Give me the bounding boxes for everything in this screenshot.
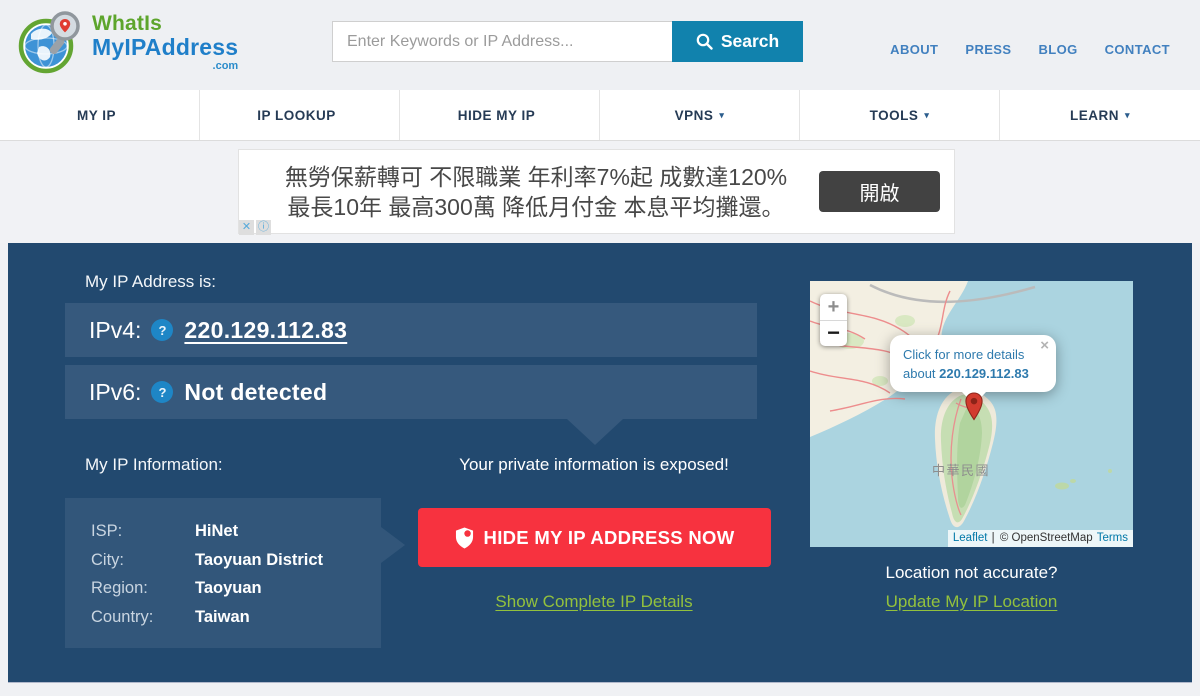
- logo-globe-icon: [18, 11, 80, 74]
- map-zoom-in-button[interactable]: +: [820, 294, 847, 320]
- map-attribution: Leaflet | © OpenStreetMap Terms: [947, 530, 1133, 547]
- ad-info-icon[interactable]: ⓘ: [256, 220, 271, 235]
- chevron-down-icon: ▾: [719, 110, 725, 120]
- search-input[interactable]: [332, 21, 672, 62]
- ad-close-icon[interactable]: ✕: [239, 220, 254, 235]
- logo-text-line2: MyIPAddress: [92, 33, 239, 60]
- logo-text-line1: WhatIs: [92, 11, 163, 35]
- search-icon: [696, 33, 713, 50]
- search-button-label: Search: [720, 31, 780, 51]
- ip-panel: My IP Address is: IPv4: ? 220.129.112.83…: [8, 243, 1192, 682]
- ip-info-box: ISP: HiNet City: Taoyuan District Region…: [65, 498, 405, 648]
- ad-banner[interactable]: 無勞保薪轉可 不限職業 年利率7%起 成數達120% 最長10年 最高300萬 …: [238, 149, 955, 234]
- location-question: Location not accurate?: [885, 563, 1058, 582]
- popup-close-icon[interactable]: ×: [1040, 338, 1049, 353]
- top-links: ABOUT PRESS BLOG CONTACT: [890, 42, 1170, 57]
- terms-link[interactable]: Terms: [1097, 532, 1128, 544]
- popup-ip: 220.129.112.83: [939, 366, 1029, 381]
- info-label: Region:: [91, 579, 148, 597]
- ad-text: 無勞保薪轉可 不限職業 年利率7%起 成數達120% 最長10年 最高300萬 …: [239, 162, 819, 222]
- info-label: City:: [91, 550, 124, 569]
- site-header: WhatIs MyIPAddress .com Search ABOUT PRE…: [0, 0, 1200, 90]
- info-value: Taoyuan District: [195, 550, 324, 569]
- ipv4-row: IPv4: ? 220.129.112.83: [65, 303, 757, 357]
- info-value: HiNet: [195, 522, 239, 540]
- attribution-separator: |: [991, 532, 995, 544]
- contact-link[interactable]: CONTACT: [1105, 42, 1170, 57]
- map-popup[interactable]: × Click for more details about 220.129.1…: [890, 335, 1056, 405]
- info-label: Country:: [91, 607, 154, 626]
- nav-label: MY IP: [76, 107, 116, 123]
- nav-item-learn[interactable]: LEARN ▾: [1000, 90, 1200, 140]
- press-link[interactable]: PRESS: [965, 42, 1011, 57]
- map-island-label: 中華民國: [932, 463, 990, 478]
- ad-zone: 無勞保薪轉可 不限職業 年利率7%起 成數達120% 最長10年 最高300萬 …: [0, 141, 1200, 243]
- map-zoom-control: + −: [820, 294, 847, 346]
- popup-line1: Click for more details: [903, 347, 1025, 362]
- page: WhatIs MyIPAddress .com Search ABOUT PRE…: [0, 0, 1200, 696]
- adchoices: ✕ ⓘ: [239, 220, 271, 235]
- nav-item-my-ip[interactable]: MY IP: [0, 90, 200, 140]
- hide-ip-button-label: HIDE MY IP ADDRESS NOW: [483, 526, 735, 548]
- nav-label: HIDE MY IP: [457, 107, 536, 123]
- main-nav: MY IP IP LOOKUP HIDE MY IP VPNS ▾ TOOLS ▾ …: [0, 90, 1200, 141]
- popup-line2-prefix: about: [903, 366, 936, 381]
- nav-label: LEARN: [1069, 107, 1119, 123]
- help-icon[interactable]: ?: [151, 381, 174, 403]
- search-bar: Search: [332, 21, 803, 62]
- chevron-down-icon: ▾: [924, 110, 930, 120]
- update-location-link[interactable]: Update My IP Location: [886, 592, 1058, 612]
- location-block: Location not accurate? Update My IP Loca…: [810, 563, 1133, 612]
- info-row-city: City: Taoyuan District: [91, 546, 381, 575]
- ad-line2: 最長10年 最高300萬 降低月付金 本息平均攤還。: [287, 193, 785, 220]
- about-link[interactable]: ABOUT: [890, 42, 938, 57]
- info-row-country: Country: Taiwan: [91, 603, 381, 632]
- ip-heading: My IP Address is:: [85, 272, 217, 291]
- shield-icon: [455, 527, 473, 548]
- ipv6-value: Not detected: [184, 378, 328, 405]
- info-label: ISP:: [91, 522, 123, 540]
- info-row-isp: ISP: HiNet: [91, 517, 381, 546]
- info-value: Taoyuan: [195, 579, 262, 597]
- popup-line2: about 220.129.112.83: [903, 364, 1044, 383]
- nav-item-hide-my-ip[interactable]: HIDE MY IP: [400, 90, 600, 140]
- map-zoom-out-button[interactable]: −: [820, 320, 847, 346]
- nav-label: IP LOOKUP: [257, 107, 336, 123]
- ipv4-address-link[interactable]: 220.129.112.83: [184, 317, 347, 344]
- leaflet-link[interactable]: Leaflet: [953, 532, 988, 544]
- site-logo[interactable]: WhatIs MyIPAddress .com: [18, 10, 246, 74]
- ipv6-row: IPv6: ? Not detected: [65, 365, 757, 419]
- infobox-right-arrow: [381, 527, 405, 563]
- ipv4-label: IPv4:: [89, 316, 142, 343]
- info-value: Taiwan: [195, 607, 250, 626]
- show-details-link[interactable]: Show Complete IP Details: [495, 592, 692, 612]
- map[interactable]: 中華民國 + − × Click for more details about …: [810, 281, 1133, 547]
- ad-line1: 無勞保薪轉可 不限職業 年利率7%起 成數達120%: [284, 163, 788, 190]
- ad-open-button[interactable]: 開啟: [819, 171, 940, 212]
- info-row-region: Region: Taoyuan: [91, 574, 381, 603]
- nav-label: VPNS: [674, 107, 714, 123]
- exposed-warning: Your private information is exposed!: [459, 455, 729, 474]
- hide-ip-button[interactable]: HIDE MY IP ADDRESS NOW: [418, 508, 771, 567]
- map-marker-icon[interactable]: [965, 392, 983, 421]
- pointer-down-arrow: [567, 419, 623, 445]
- help-icon[interactable]: ?: [151, 319, 174, 341]
- ip-info-heading: My IP Information:: [85, 455, 223, 474]
- osm-credit: © OpenStreetMap: [999, 532, 1093, 544]
- chevron-down-icon: ▾: [1124, 110, 1131, 120]
- nav-item-tools[interactable]: TOOLS ▾: [800, 90, 1000, 140]
- logo-tld: .com: [212, 59, 239, 72]
- nav-item-ip-lookup[interactable]: IP LOOKUP: [200, 90, 400, 140]
- search-button[interactable]: Search: [672, 21, 803, 62]
- nav-label: TOOLS: [869, 107, 919, 123]
- ipv6-label: IPv6:: [89, 378, 142, 405]
- nav-item-vpns[interactable]: VPNS ▾: [600, 90, 800, 140]
- blog-link[interactable]: BLOG: [1038, 42, 1077, 57]
